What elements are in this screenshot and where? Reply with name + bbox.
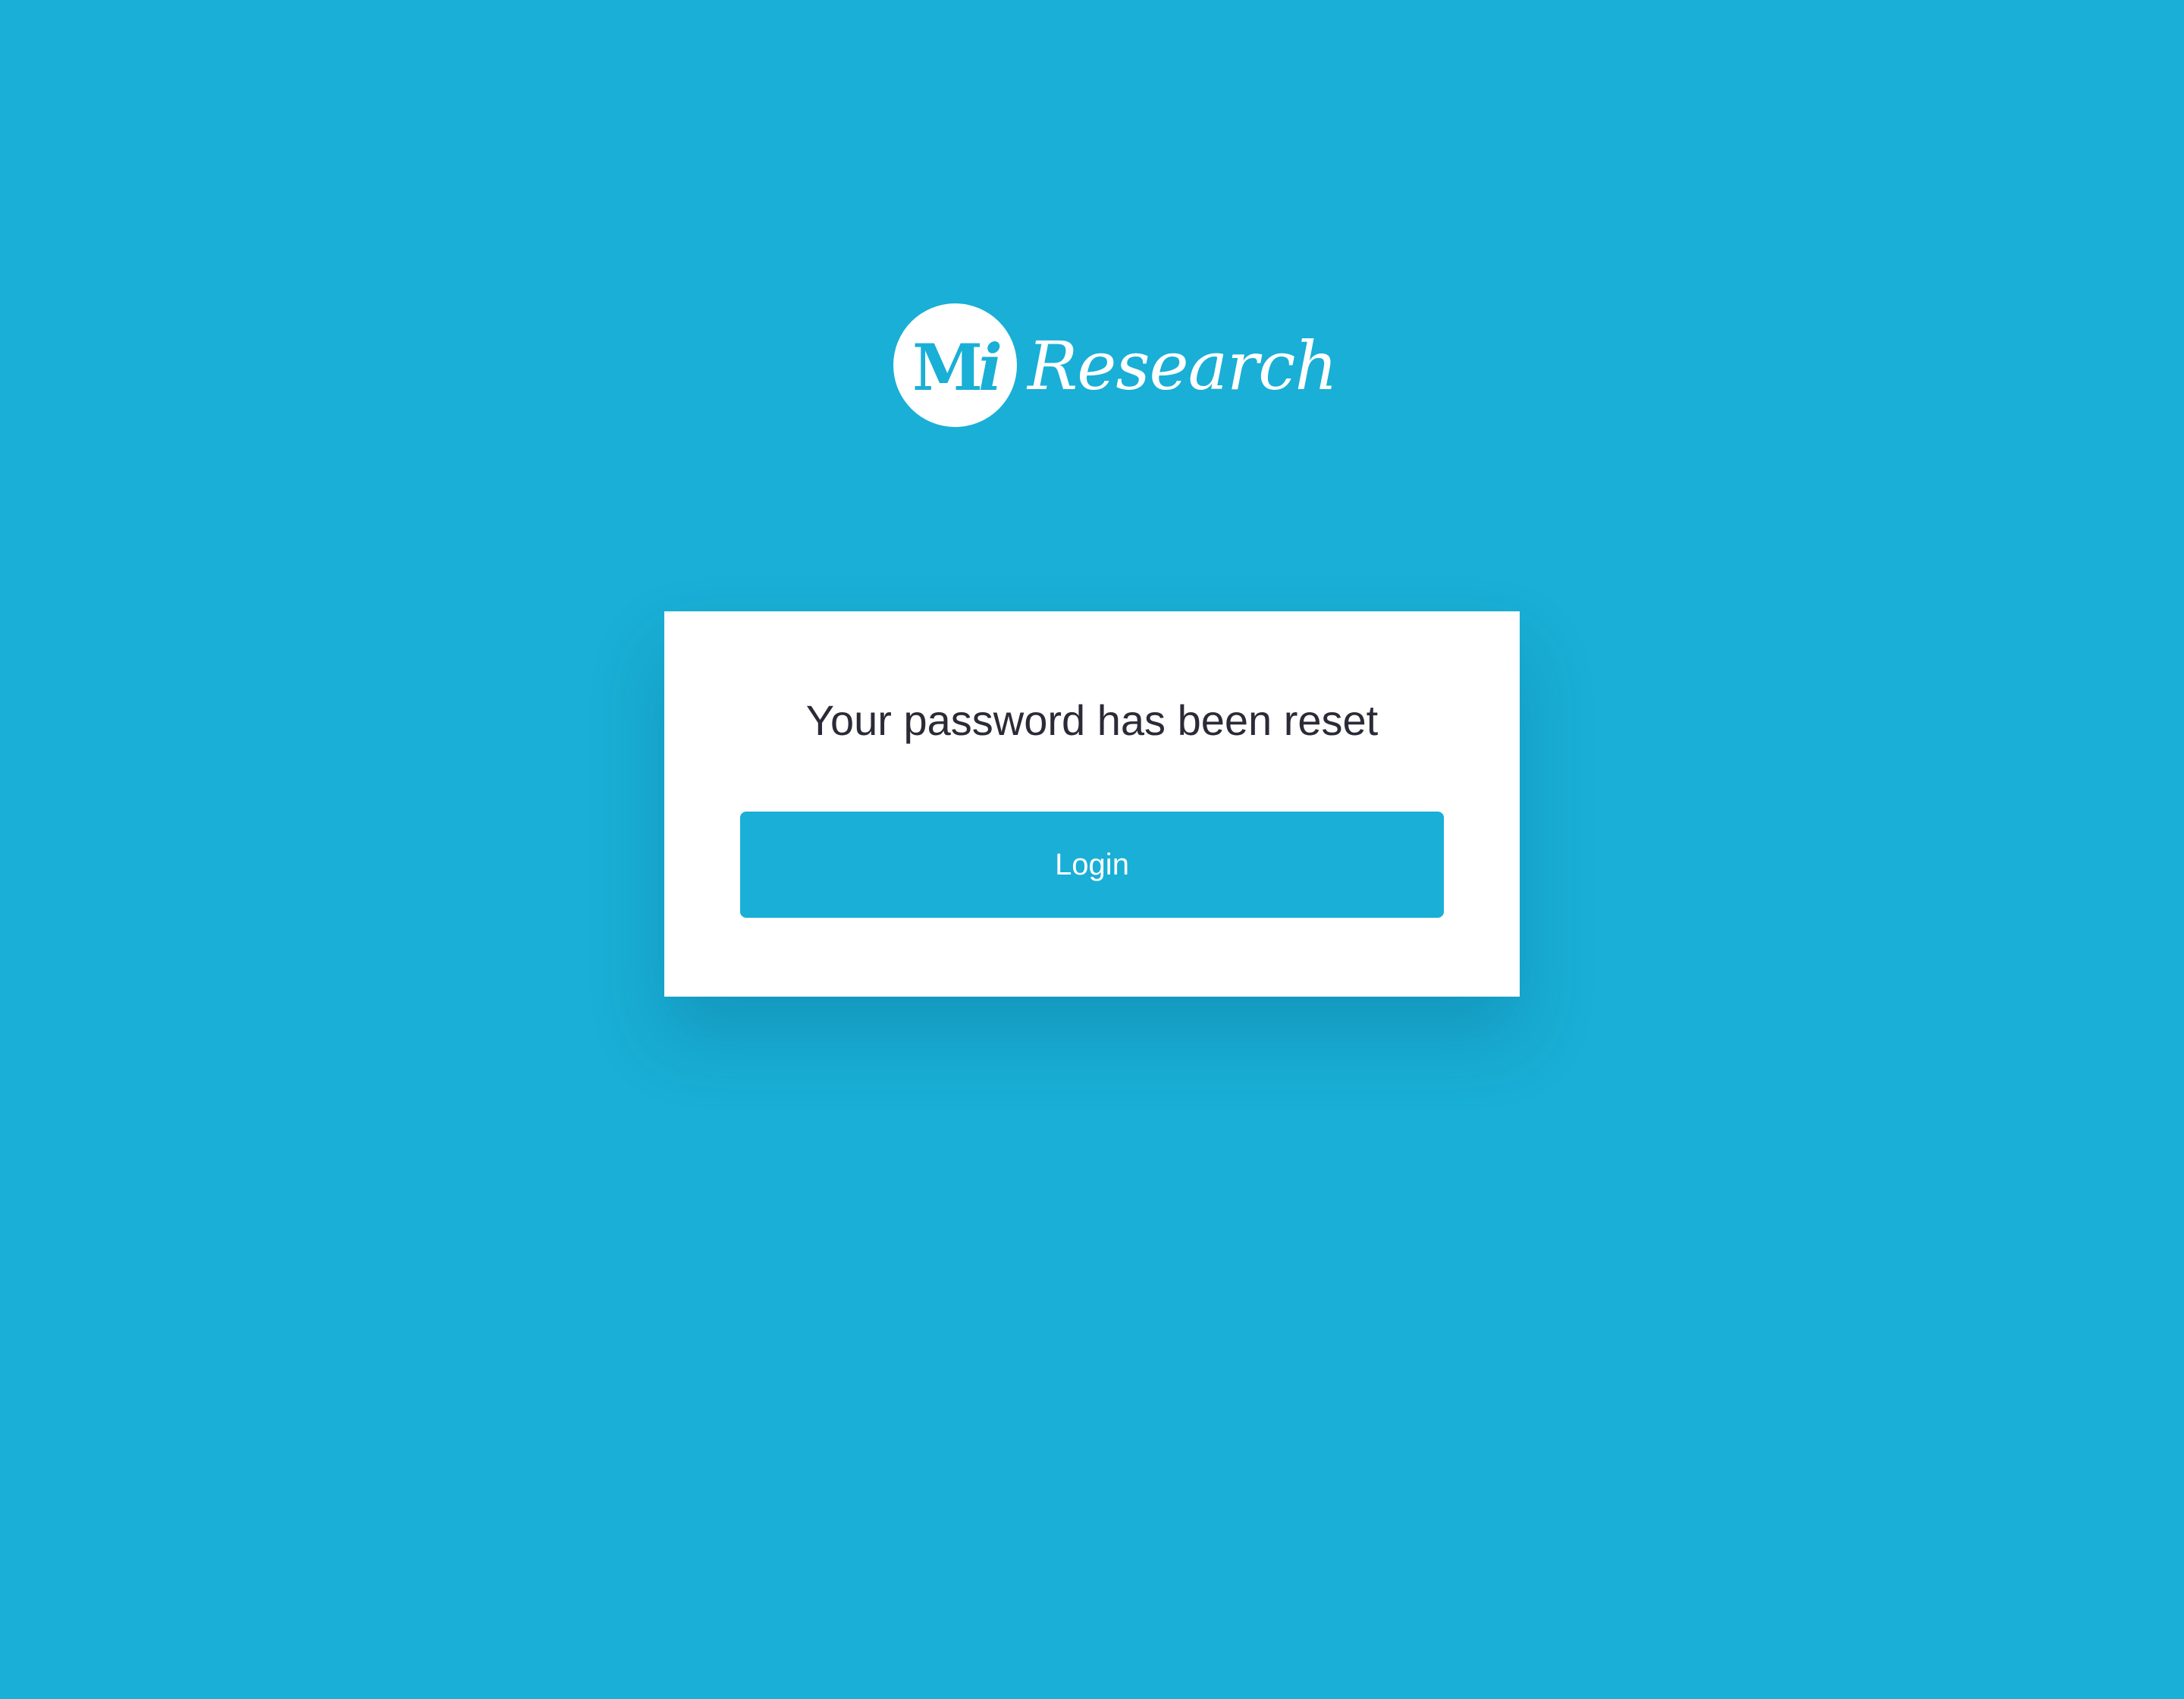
logo-badge: Mi (893, 303, 1017, 427)
mi-research-logo: Mi Research (893, 303, 1338, 427)
logo-wordmark: Research (1028, 326, 1338, 405)
login-button[interactable]: Login (740, 812, 1444, 918)
logo-badge-text: Mi (912, 329, 1003, 405)
password-reset-card: Your password has been reset Login (664, 611, 1520, 997)
card-title: Your password has been reset (805, 696, 1379, 744)
